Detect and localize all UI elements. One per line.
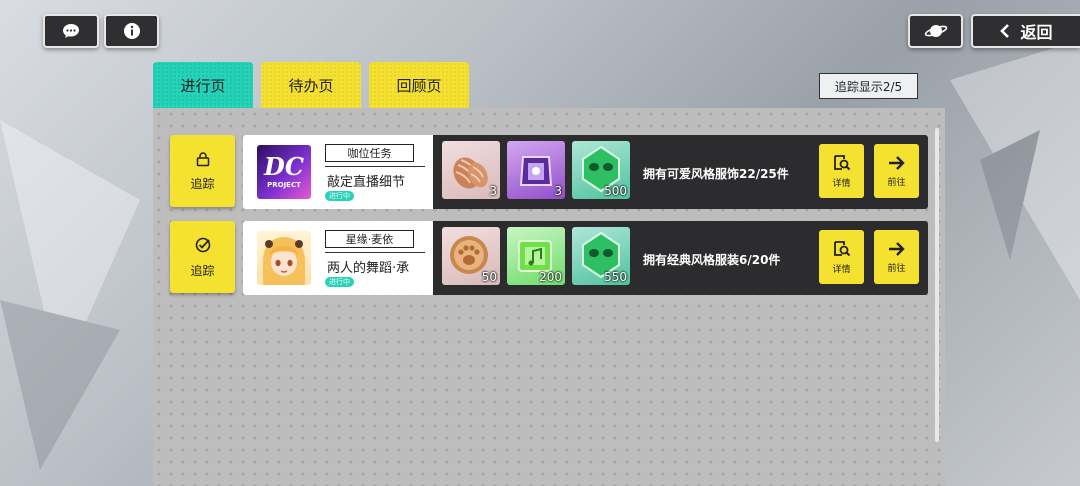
track-label: 追踪	[190, 263, 215, 278]
chat-bubble-icon	[63, 24, 79, 38]
check-circle-icon	[195, 237, 210, 252]
reward-count: 3	[489, 184, 497, 198]
chevron-left-icon	[1000, 24, 1010, 38]
reward-count: 3	[554, 184, 562, 198]
detail-label: 详情	[832, 264, 851, 275]
reward-count: 550	[604, 270, 627, 284]
task-row: 追踪 DC PROJECT 咖位任务 敲定直播细节 进行中 3 3 500 拥有…	[170, 135, 928, 209]
arrow-right-icon	[888, 155, 905, 170]
task-category: 咖位任务	[325, 144, 414, 162]
detail-search-icon	[833, 154, 850, 170]
chat-button[interactable]	[43, 14, 99, 48]
detail-button[interactable]: 详情	[819, 144, 864, 198]
goto-label: 前往	[887, 177, 906, 188]
track-button[interactable]: 追踪	[170, 221, 235, 293]
task-name: 两人的舞蹈·承	[327, 261, 410, 276]
detail-button[interactable]: 详情	[819, 230, 864, 284]
lock-icon	[196, 151, 209, 166]
task-thumbnail: DC PROJECT	[257, 145, 311, 199]
thumb-logo: DC	[264, 152, 304, 181]
track-count-display: 追踪显示2/5	[819, 73, 918, 99]
reward-item[interactable]: 50	[442, 227, 500, 285]
task-info-card[interactable]: 星缘·麦依 两人的舞蹈·承 进行中	[243, 221, 433, 295]
detail-search-icon	[833, 240, 850, 256]
reward-count: 50	[481, 270, 497, 284]
task-info-card[interactable]: DC PROJECT 咖位任务 敲定直播细节 进行中	[243, 135, 433, 209]
tab-review[interactable]: 回顾页	[369, 62, 469, 108]
planet-button[interactable]	[908, 14, 963, 48]
back-button[interactable]: 返回	[971, 14, 1080, 48]
arrow-right-icon	[888, 241, 905, 256]
reward-count: 200	[539, 270, 562, 284]
reward-item[interactable]: 550	[572, 227, 630, 285]
task-name: 敲定直播细节	[327, 175, 406, 190]
info-button[interactable]	[104, 14, 159, 48]
planet-icon	[924, 25, 947, 37]
goto-label: 前往	[887, 263, 906, 274]
thumb-sub: PROJECT	[267, 181, 301, 189]
character-portrait	[257, 231, 311, 285]
goto-button[interactable]: 前往	[874, 144, 919, 198]
divider	[325, 252, 425, 253]
task-objective: 拥有经典风格服装6/20件	[643, 253, 781, 267]
reward-item[interactable]: 3	[507, 141, 565, 199]
detail-label: 详情	[832, 178, 851, 189]
character-avatar-icon	[263, 237, 305, 285]
task-reward-bar: 50 200 550 拥有经典风格服装6/20件 详情 前往	[433, 221, 928, 295]
tab-in-progress[interactable]: 进行页	[153, 62, 253, 108]
reward-item[interactable]: 200	[507, 227, 565, 285]
scrollbar[interactable]	[935, 128, 939, 442]
task-reward-bar: 3 3 500 拥有可爱风格服饰22/25件 详情 前往	[433, 135, 928, 209]
task-objective: 拥有可爱风格服饰22/25件	[643, 167, 789, 181]
reward-item[interactable]: 500	[572, 141, 630, 199]
task-row: 追踪 星缘·麦依 两人的舞蹈·承 进行中 50 200 550 拥有经典风格服装…	[170, 221, 928, 295]
track-label: 追踪	[190, 176, 215, 191]
back-label: 返回	[1020, 23, 1053, 42]
info-icon	[123, 23, 140, 39]
reward-item[interactable]: 3	[442, 141, 500, 199]
tab-todo[interactable]: 待办页	[261, 62, 361, 108]
track-button[interactable]: 追踪	[170, 135, 235, 207]
status-badge: 进行中	[325, 277, 354, 287]
goto-button[interactable]: 前往	[874, 230, 919, 284]
status-badge: 进行中	[325, 191, 354, 201]
task-category: 星缘·麦依	[325, 230, 414, 248]
reward-count: 500	[604, 184, 627, 198]
divider	[325, 166, 425, 167]
